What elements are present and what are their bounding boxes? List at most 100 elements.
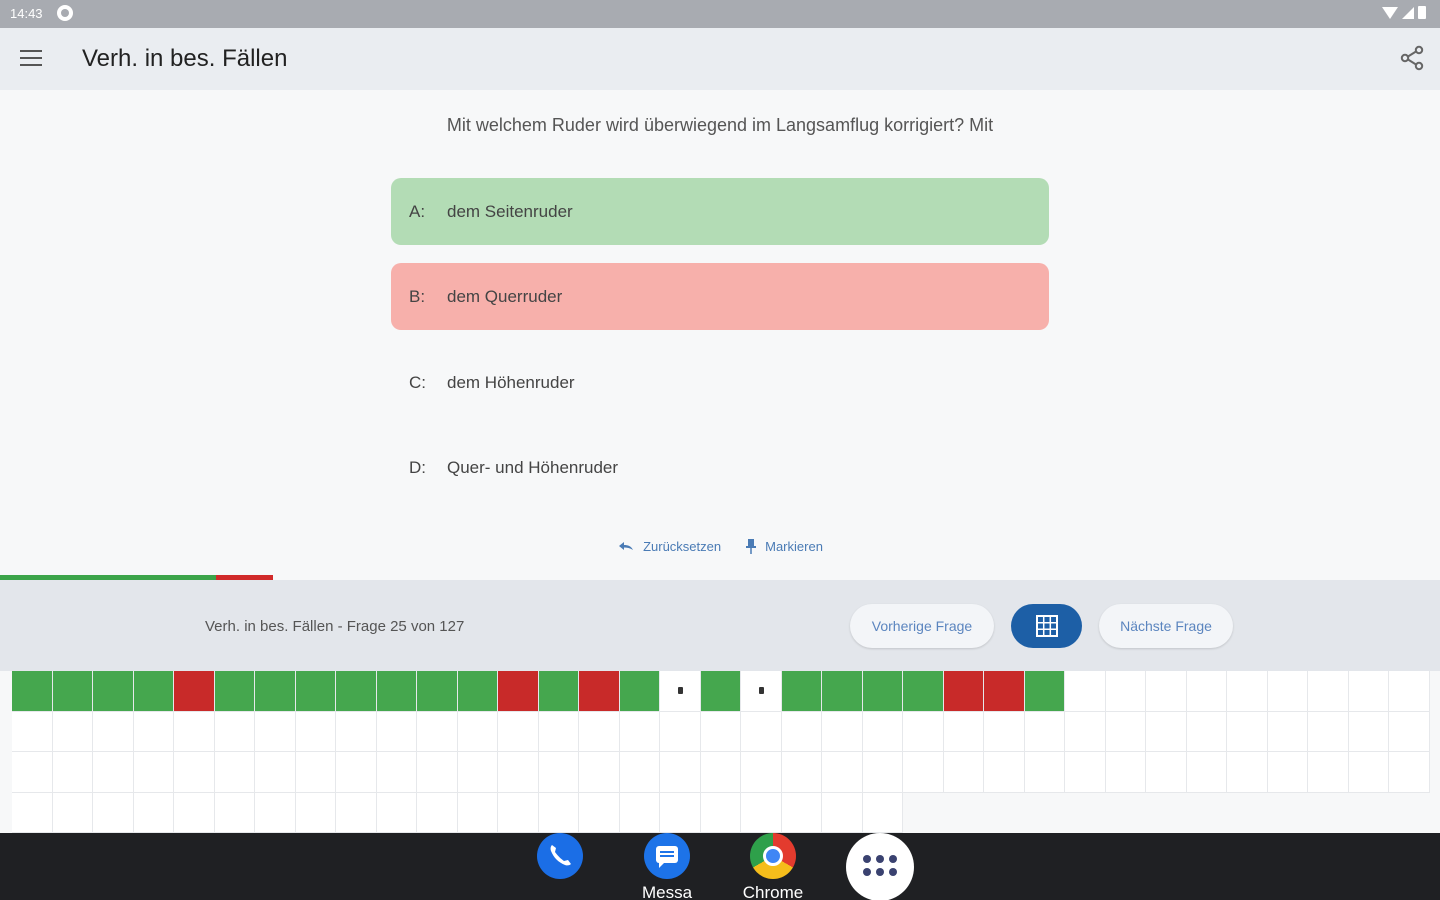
question-cell[interactable] — [1105, 711, 1146, 752]
question-cell[interactable] — [903, 671, 944, 712]
question-cell[interactable] — [822, 792, 863, 833]
question-cell[interactable] — [984, 711, 1025, 752]
question-cell[interactable] — [336, 792, 377, 833]
question-cell[interactable] — [174, 711, 215, 752]
question-cell[interactable] — [660, 711, 701, 752]
question-cell[interactable] — [376, 792, 417, 833]
question-cell[interactable] — [1065, 752, 1106, 793]
question-cell[interactable] — [984, 671, 1025, 712]
question-cell[interactable] — [862, 671, 903, 712]
question-cell[interactable] — [336, 671, 377, 712]
question-cell[interactable] — [12, 711, 53, 752]
next-question-button[interactable]: Nächste Frage — [1099, 604, 1233, 648]
question-cell[interactable] — [1065, 671, 1106, 712]
question-cell[interactable] — [1024, 671, 1065, 712]
question-cell[interactable] — [1389, 711, 1430, 752]
question-cell[interactable] — [1105, 752, 1146, 793]
question-cell[interactable] — [660, 752, 701, 793]
question-cell[interactable] — [417, 711, 458, 752]
question-cell[interactable] — [538, 711, 579, 752]
question-cell[interactable] — [781, 711, 822, 752]
answer-b[interactable]: B: dem Querruder — [391, 263, 1049, 330]
question-cell[interactable] — [619, 671, 660, 712]
question-cell[interactable] — [255, 752, 296, 793]
question-cell[interactable] — [457, 752, 498, 793]
question-cell[interactable] — [12, 752, 53, 793]
question-cell[interactable] — [822, 752, 863, 793]
question-cell[interactable] — [700, 671, 741, 712]
question-cell[interactable] — [214, 671, 255, 712]
question-cell[interactable] — [700, 711, 741, 752]
question-cell[interactable] — [579, 792, 620, 833]
question-cell[interactable] — [417, 752, 458, 793]
question-cell[interactable] — [1146, 671, 1187, 712]
app-drawer-button[interactable] — [846, 833, 914, 900]
question-cell[interactable] — [984, 752, 1025, 793]
question-cell[interactable] — [1348, 711, 1389, 752]
question-cell[interactable] — [1105, 671, 1146, 712]
question-cell[interactable] — [52, 752, 93, 793]
question-cell[interactable] — [498, 671, 539, 712]
answer-a[interactable]: A: dem Seitenruder — [391, 178, 1049, 245]
question-cell[interactable] — [1227, 752, 1268, 793]
question-cell[interactable] — [1186, 752, 1227, 793]
question-cell[interactable] — [619, 711, 660, 752]
question-cell[interactable] — [12, 792, 53, 833]
question-cell[interactable] — [1024, 752, 1065, 793]
question-cell[interactable] — [336, 711, 377, 752]
question-cell[interactable] — [1267, 752, 1308, 793]
question-cell[interactable] — [903, 711, 944, 752]
question-cell[interactable] — [133, 711, 174, 752]
question-cell[interactable] — [862, 752, 903, 793]
question-cell[interactable] — [255, 792, 296, 833]
question-cell[interactable] — [660, 671, 701, 712]
question-cell[interactable] — [214, 752, 255, 793]
question-cell[interactable] — [174, 792, 215, 833]
answer-d[interactable]: D: Quer- und Höhenruder — [391, 434, 1049, 501]
question-cell[interactable] — [619, 752, 660, 793]
answer-c[interactable]: C: dem Höhenruder — [391, 349, 1049, 416]
question-cell[interactable] — [93, 792, 134, 833]
question-cell[interactable] — [255, 711, 296, 752]
question-cell[interactable] — [1267, 711, 1308, 752]
question-cell[interactable] — [579, 711, 620, 752]
question-cell[interactable] — [214, 711, 255, 752]
question-cell[interactable] — [52, 671, 93, 712]
question-cell[interactable] — [1267, 671, 1308, 712]
question-cell[interactable] — [1348, 671, 1389, 712]
question-cell[interactable] — [781, 671, 822, 712]
question-cell[interactable] — [1065, 711, 1106, 752]
question-cell[interactable] — [1389, 752, 1430, 793]
question-cell[interactable] — [1308, 671, 1349, 712]
question-cell[interactable] — [619, 792, 660, 833]
question-cell[interactable] — [781, 752, 822, 793]
question-cell[interactable] — [376, 671, 417, 712]
question-cell[interactable] — [1227, 671, 1268, 712]
mark-button[interactable]: Markieren — [745, 538, 823, 554]
previous-question-button[interactable]: Vorherige Frage — [850, 604, 994, 648]
question-cell[interactable] — [741, 671, 782, 712]
question-cell[interactable] — [498, 792, 539, 833]
question-cell[interactable] — [741, 711, 782, 752]
question-cell[interactable] — [133, 752, 174, 793]
question-cell[interactable] — [457, 792, 498, 833]
question-cell[interactable] — [579, 671, 620, 712]
question-cell[interactable] — [295, 792, 336, 833]
question-cell[interactable] — [93, 752, 134, 793]
question-cell[interactable] — [1227, 711, 1268, 752]
question-cell[interactable] — [943, 671, 984, 712]
question-cell[interactable] — [538, 671, 579, 712]
question-cell[interactable] — [174, 671, 215, 712]
grid-view-button[interactable] — [1011, 604, 1082, 648]
question-cell[interactable] — [376, 711, 417, 752]
question-cell[interactable] — [93, 671, 134, 712]
question-cell[interactable] — [52, 711, 93, 752]
menu-icon[interactable] — [20, 50, 42, 66]
question-cell[interactable] — [741, 792, 782, 833]
question-cell[interactable] — [1308, 711, 1349, 752]
question-cell[interactable] — [12, 671, 53, 712]
question-cell[interactable] — [1146, 752, 1187, 793]
question-cell[interactable] — [822, 671, 863, 712]
question-cell[interactable] — [498, 711, 539, 752]
question-cell[interactable] — [457, 671, 498, 712]
